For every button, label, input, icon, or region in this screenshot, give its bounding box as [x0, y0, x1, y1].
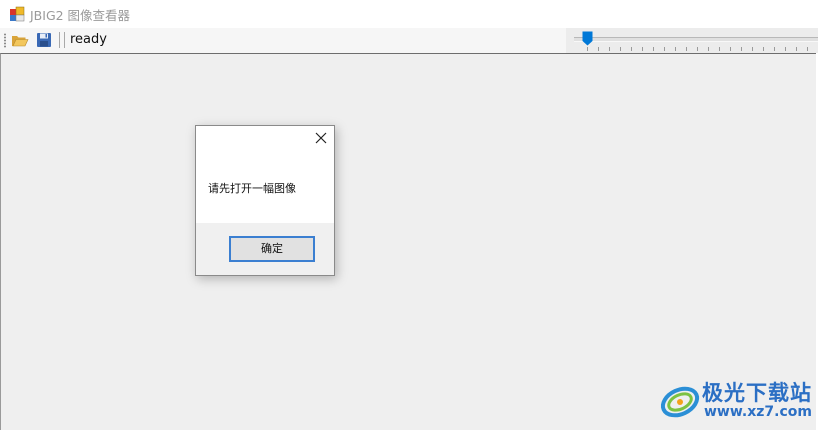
watermark: 极光下载站 www.xz7.com: [658, 378, 818, 424]
slider-track[interactable]: [574, 37, 818, 42]
title-bar: JBIG2 图像查看器: [0, 0, 818, 28]
watermark-title: 极光下载站: [702, 381, 812, 405]
save-icon[interactable]: [35, 31, 53, 49]
message-dialog: 请先打开一幅图像 确定: [195, 125, 335, 276]
slider-ticks: [587, 47, 818, 51]
zoom-slider[interactable]: [566, 28, 818, 53]
slider-thumb[interactable]: [582, 31, 593, 46]
dialog-message: 请先打开一幅图像: [208, 182, 296, 195]
image-canvas[interactable]: [0, 53, 816, 430]
app-icon: [10, 6, 25, 22]
status-label: ready: [70, 32, 107, 47]
watermark-logo-icon: [660, 386, 700, 418]
open-folder-icon[interactable]: [11, 31, 29, 49]
toolbar-grip[interactable]: [4, 33, 6, 48]
ok-button[interactable]: 确定: [229, 236, 315, 262]
watermark-url: www.xz7.com: [704, 404, 812, 420]
window-title: JBIG2 图像查看器: [30, 8, 131, 23]
toolbar-separator: [64, 32, 65, 48]
toolbar-separator: [59, 32, 60, 48]
close-icon[interactable]: [314, 131, 328, 145]
